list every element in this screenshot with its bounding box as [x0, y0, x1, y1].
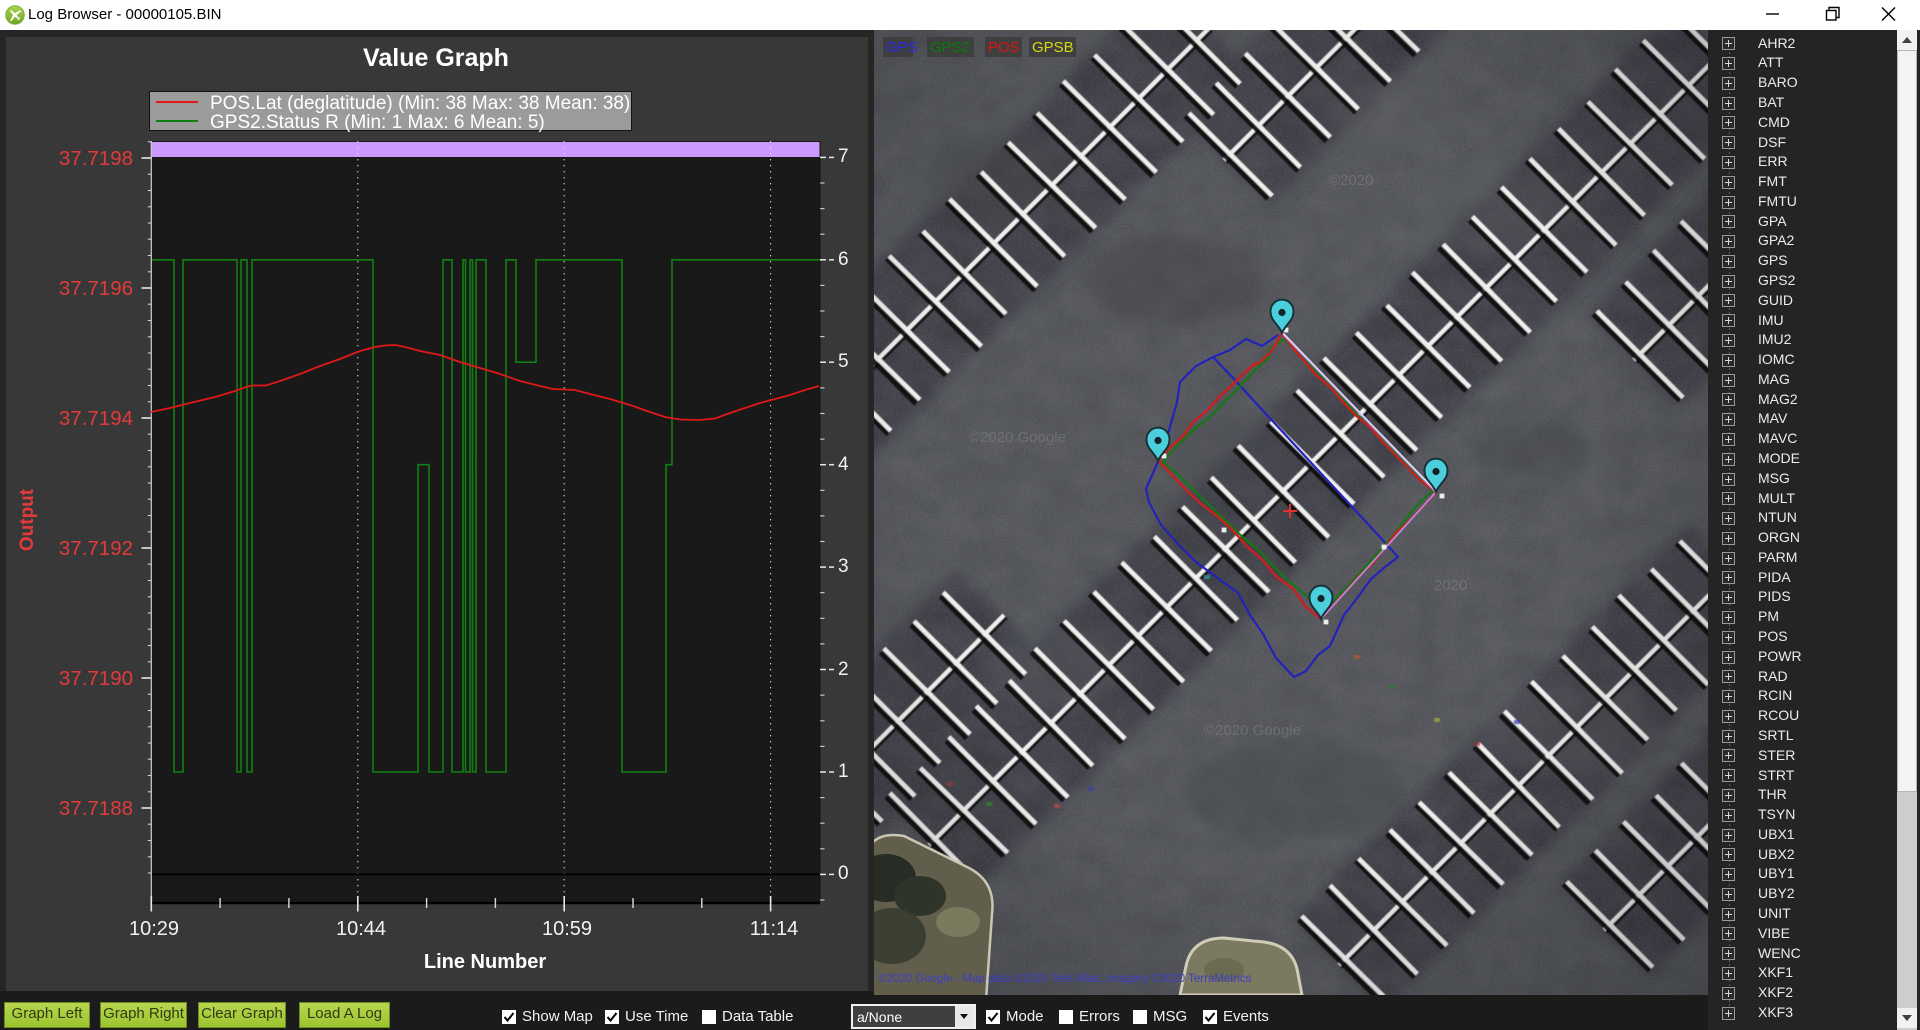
svg-text:©2020 Google: ©2020 Google [1204, 722, 1301, 739]
svg-text:GPS2: GPS2 [930, 39, 970, 56]
svg-text:©2020 Google - Map data ©2020: ©2020 Google - Map data ©2020 Tele Atlas… [878, 973, 1252, 985]
svg-text:GPS: GPS [886, 39, 918, 56]
svg-text:©2020 Google: ©2020 Google [969, 429, 1066, 446]
svg-text:©2020: ©2020 [1329, 172, 1373, 189]
svg-text:GPSB: GPSB [1032, 39, 1074, 56]
svg-text:POS: POS [988, 39, 1020, 56]
svg-text:2020: 2020 [1434, 577, 1467, 594]
